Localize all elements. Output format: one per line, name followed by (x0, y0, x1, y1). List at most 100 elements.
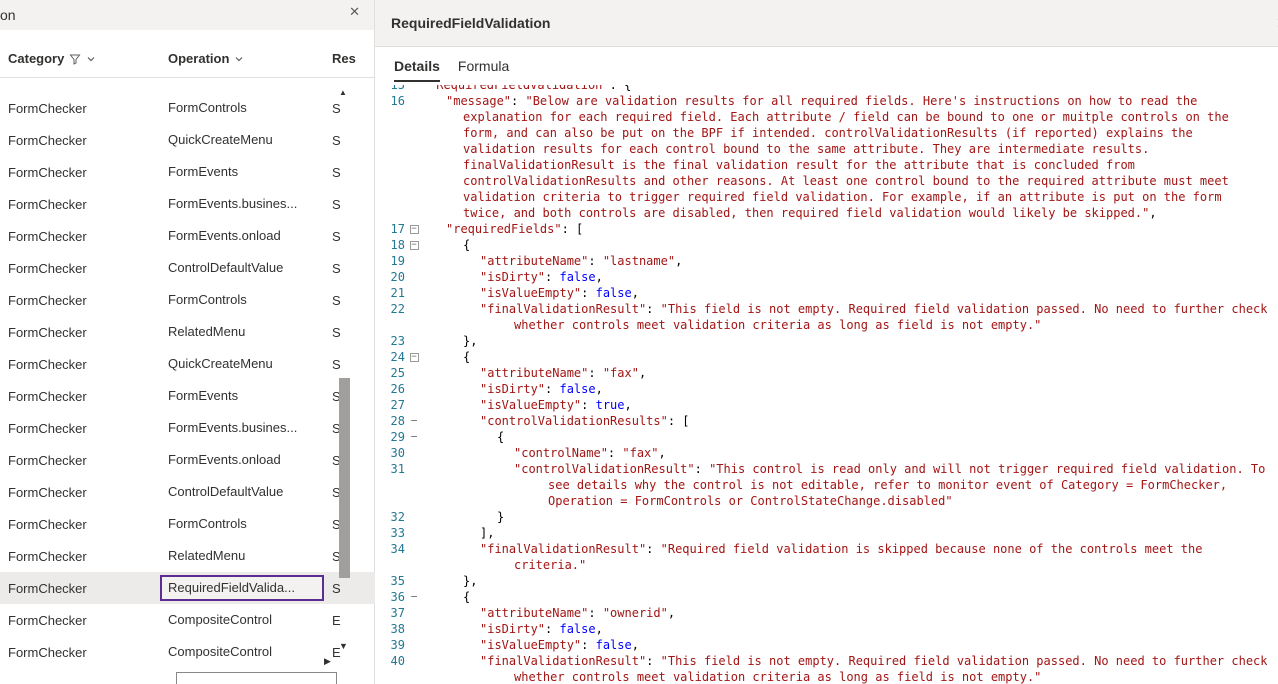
close-button[interactable]: ✕ (349, 4, 360, 20)
row-result: E (324, 613, 375, 628)
grid-footer-input[interactable] (176, 672, 337, 684)
table-row[interactable]: FormCheckerFormControlsS (0, 92, 375, 124)
code-text: "isDirty": false, (423, 621, 1278, 637)
scroll-up-icon[interactable]: ▲ (339, 88, 347, 97)
filter-icon (69, 53, 81, 65)
row-category: FormChecker (0, 453, 160, 468)
row-operation: FormEvents.onload (160, 447, 324, 473)
line-number: 24 (379, 349, 405, 365)
events-panel-header: on ✕ (0, 0, 374, 30)
line-number: 36 (379, 589, 405, 605)
table-row[interactable]: FormCheckerFormEvents.busines...S (0, 188, 375, 220)
table-row[interactable]: FormCheckerControlDefaultValueS (0, 252, 375, 284)
code-line: 36−{ (379, 589, 1278, 605)
row-category: FormChecker (0, 517, 160, 532)
table-row[interactable]: FormCheckerFormEvents.onloadS (0, 444, 375, 476)
table-row[interactable]: FormCheckerFormEventsS (0, 156, 375, 188)
code-text: "finalValidationResult": "Required field… (423, 541, 1278, 573)
line-number: 30 (379, 445, 405, 461)
table-row[interactable]: FormCheckerCompositeControlE (0, 604, 375, 636)
code-line: 38 "isDirty": false, (379, 621, 1278, 637)
table-row[interactable]: FormCheckerCompositeControlE (0, 636, 375, 668)
row-category: FormChecker (0, 645, 160, 660)
table-row[interactable]: FormCheckerQuickCreateMenuS (0, 124, 375, 156)
table-row[interactable]: FormCheckerRelatedMenuS (0, 316, 375, 348)
detail-header: RequiredFieldValidation › (375, 0, 1278, 47)
code-line: 28−"controlValidationResults": [ (379, 413, 1278, 429)
panel-title-fragment: on (0, 7, 16, 23)
line-number: 40 (379, 653, 405, 669)
table-row[interactable]: FormCheckerFormControlsS (0, 284, 375, 316)
chevron-down-icon (86, 54, 96, 64)
vertical-scrollbar-thumb[interactable] (339, 378, 350, 578)
code-lines: 15"RequiredFieldValidation": {16"message… (379, 85, 1278, 684)
tab-formula[interactable]: Formula (449, 47, 518, 85)
code-line: 27"isValueEmpty": true, (379, 397, 1278, 413)
row-operation: ControlDefaultValue (160, 479, 324, 505)
code-line: 37"attributeName": "ownerid", (379, 605, 1278, 621)
code-line: 26"isDirty": false, (379, 381, 1278, 397)
fold-marker-icon[interactable]: − (405, 349, 423, 365)
table-row[interactable]: FormCheckerFormEventsS (0, 380, 375, 412)
row-category: FormChecker (0, 421, 160, 436)
line-number: 34 (379, 541, 405, 557)
table-row[interactable]: FormCheckerRelatedMenuS (0, 540, 375, 572)
fold-marker-icon[interactable]: − (405, 429, 423, 445)
fold-marker-icon[interactable]: − (405, 237, 423, 253)
line-number: 17 (379, 221, 405, 237)
fold-marker-icon[interactable]: − (405, 221, 423, 237)
line-number: 31 (379, 461, 405, 477)
code-line: 39"isValueEmpty": false, (379, 637, 1278, 653)
column-header-operation[interactable]: Operation (160, 51, 324, 66)
row-result: S (324, 229, 375, 244)
code-editor[interactable]: 15"RequiredFieldValidation": {16"message… (375, 85, 1278, 684)
row-result: S (324, 133, 375, 148)
close-icon: ✕ (349, 4, 360, 19)
code-line: 15 "RequiredFieldValidation": { (379, 85, 1278, 93)
row-result: S (324, 197, 375, 212)
row-operation: CompositeControl (160, 639, 324, 665)
row-category: FormChecker (0, 133, 160, 148)
column-header-result[interactable]: Res (324, 51, 375, 66)
row-operation: CompositeControl (160, 607, 324, 633)
table-row[interactable]: FormCheckerControlDefaultValueS (0, 476, 375, 508)
code-text: "attributeName": "lastname", (423, 253, 1278, 269)
scroll-down-icon[interactable]: ▼ (339, 641, 348, 651)
line-number: 19 (379, 253, 405, 269)
operation-column-label: Operation (168, 51, 229, 66)
line-number: 35 (379, 573, 405, 589)
row-operation: FormControls (160, 287, 324, 313)
table-row[interactable]: FormCheckerQuickCreateMenuS (0, 348, 375, 380)
row-result: S (324, 357, 375, 372)
line-number: 39 (379, 637, 405, 653)
table-row[interactable]: FormCheckerRequiredFieldValida...S (0, 572, 375, 604)
code-text: { (423, 237, 1278, 253)
table-row[interactable]: FormCheckerFormEvents.busines...S (0, 412, 375, 444)
table-row[interactable]: FormCheckerFormControlsS (0, 508, 375, 540)
code-text: { (423, 349, 1278, 365)
row-operation: ControlDefaultValue (160, 255, 324, 281)
column-header-category[interactable]: Category (0, 51, 160, 66)
code-text: "RequiredFieldValidation": { (423, 85, 1278, 93)
tabs: DetailsFormula (375, 47, 1278, 85)
fold-marker-icon[interactable]: − (405, 413, 423, 429)
row-result: E (324, 645, 375, 660)
scroll-right-icon[interactable]: ▶ (324, 656, 331, 667)
code-text: "requiredFields": [ (423, 221, 1278, 237)
code-line: 33], (379, 525, 1278, 541)
row-operation: FormEvents.onload (160, 223, 324, 249)
row-category: FormChecker (0, 485, 160, 500)
code-line: 25"attributeName": "fax", (379, 365, 1278, 381)
code-text: "finalValidationResult": "This field is … (423, 653, 1278, 684)
code-line: 20"isDirty": false, (379, 269, 1278, 285)
tab-details[interactable]: Details (385, 47, 449, 85)
line-number: 25 (379, 365, 405, 381)
row-result: S (324, 325, 375, 340)
code-line: 17−"requiredFields": [ (379, 221, 1278, 237)
line-number: 29 (379, 429, 405, 445)
fold-marker-icon[interactable]: − (405, 589, 423, 605)
code-line: 23}, (379, 333, 1278, 349)
table-row[interactable]: FormCheckerFormEvents.onloadS (0, 220, 375, 252)
line-number: 15 (379, 85, 405, 93)
line-number: 38 (379, 621, 405, 637)
